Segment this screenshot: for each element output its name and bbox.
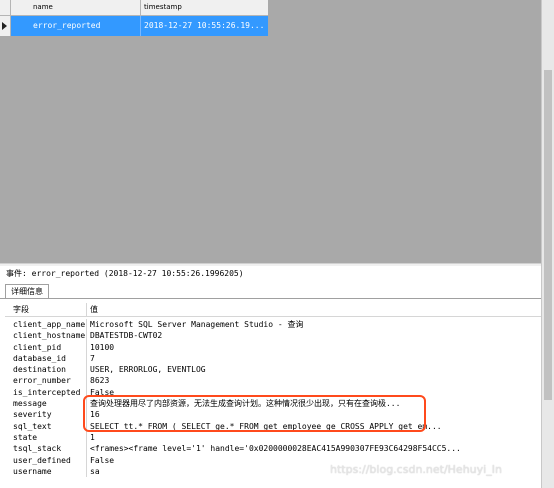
field-name: sql_text [5,420,87,432]
cell-timestamp[interactable]: 2018-12-27 10:55:26.19... [141,16,268,36]
value-column-header[interactable]: 值 [87,303,541,316]
table-row[interactable]: error_number 8623 [5,375,541,387]
field-value: 8623 [90,376,110,386]
field-name: message [5,398,87,410]
field-value: 7 [90,353,95,363]
vertical-scrollbar[interactable] [541,0,554,488]
table-row[interactable]: destination USER, ERRORLOG, EVENTLOG [5,364,541,376]
row-selector[interactable] [0,16,11,36]
field-name: is_intercepted [5,386,87,399]
field-name: state [5,431,87,444]
event-summary: 事件: error_reported (2018-12-27 10:55:26.… [6,269,244,278]
field-name: user_defined [5,454,87,466]
field-name: client_pid [5,341,87,353]
field-value: DBATESTDB-CWT02 [90,331,163,341]
field-name: database_id [5,352,87,365]
row-header-corner [0,0,11,15]
watermark: https://blog.csdn.net/Hehuyi_In [330,463,502,476]
column-header-timestamp[interactable]: timestamp [141,0,268,15]
field-name: severity [5,409,87,421]
field-name: destination [5,364,87,376]
event-grid-area: name timestamp error_reported 2018-12-27… [0,0,541,263]
field-value: 1 [90,432,95,442]
table-row[interactable]: client_pid 10100 [5,341,541,353]
current-row-arrow-icon [2,22,7,30]
column-header-name[interactable]: name [11,0,141,15]
scrollbar-thumb[interactable] [544,70,552,400]
table-row[interactable]: database_id 7 [5,352,541,365]
pane-splitter[interactable] [0,263,541,266]
cell-name[interactable]: error_reported [11,16,141,36]
table-row[interactable]: tsql_stack <frames><frame level='1' handl… [5,443,541,455]
table-row[interactable]: client_hostname DBATESTDB-CWT02 [5,330,541,342]
field-name: client_hostname [5,330,87,342]
field-value: 10100 [90,342,115,352]
details-header: 字段 值 [5,303,541,317]
field-value: <frames><frame level='1' handle='0x02000… [90,444,461,454]
table-row[interactable]: error_reported 2018-12-27 10:55:26.19... [0,16,268,36]
grid-header: name timestamp [0,0,268,16]
field-column-header[interactable]: 字段 [5,303,87,316]
highlight-annotation-box [83,395,426,432]
table-row[interactable]: client_app_name Microsoft SQL Server Mana… [5,319,541,331]
field-name: error_number [5,375,87,387]
tab-divider [0,298,541,299]
field-name: username [5,465,87,478]
tab-details[interactable]: 详细信息 [5,284,49,299]
event-grid: name timestamp error_reported 2018-12-27… [0,0,268,36]
details-table: 字段 值 client_app_name Microsoft SQL Server… [5,303,541,478]
table-row[interactable]: state 1 [5,431,541,444]
field-name: tsql_stack [5,443,87,455]
field-value: Microsoft SQL Server Management Studio -… [90,320,304,329]
field-name: client_app_name [5,319,87,331]
field-value: USER, ERRORLOG, EVENTLOG [90,365,206,375]
